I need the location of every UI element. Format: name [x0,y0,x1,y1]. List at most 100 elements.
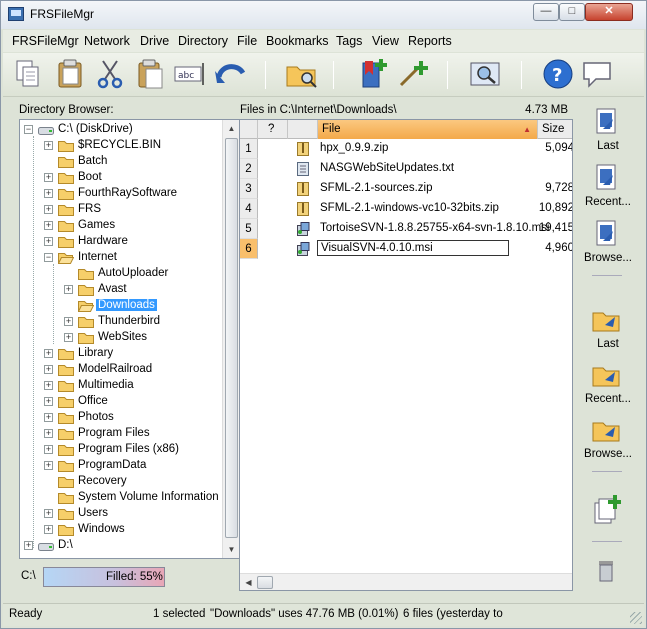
scroll-thumb[interactable] [225,138,238,538]
scroll-left-arrow[interactable]: ◀ [240,574,257,590]
expand-icon[interactable]: + [64,285,73,294]
menu-directory[interactable]: Directory [178,34,228,48]
menu-reports[interactable]: Reports [408,34,452,48]
tree-folder[interactable]: + Thunderbird [20,314,220,330]
expand-icon[interactable]: + [44,429,53,438]
sidebar-button-bookmark-browse[interactable]: Browse... [578,215,638,267]
tree-folder[interactable]: + FRS [20,202,220,218]
tree-drive[interactable]: − C:\ (DiskDrive) [20,122,220,138]
tree-folder[interactable]: + Photos [20,410,220,426]
tree-folder[interactable]: + WebSites [20,330,220,346]
tree-folder[interactable]: AutoUploader [20,266,220,282]
collapse-icon[interactable]: − [24,125,33,134]
file-row[interactable]: 5 TortoiseSVN-1.8.8.25755-x64-svn-1.8.10.… [240,219,572,239]
grid-horizontal-scrollbar[interactable]: ◀ [240,573,572,590]
rename-icon[interactable]: abc [173,57,207,91]
sidebar-button-folder-last[interactable]: Last [578,301,638,353]
expand-icon[interactable]: + [44,365,53,374]
tree-folder[interactable]: + FourthRaySoftware [20,186,220,202]
minimize-button[interactable]: — [533,3,559,21]
expand-icon[interactable]: + [44,189,53,198]
file-row[interactable]: 2 NASGWebSiteUpdates.txt [240,159,572,179]
file-row[interactable]: 1 hpx_0.9.9.zip 5,094 [240,139,572,159]
tree-folder[interactable]: + Program Files [20,426,220,442]
menu-view[interactable]: View [372,34,399,48]
tree-drive[interactable]: + D:\ [20,538,220,554]
expand-icon[interactable]: + [44,141,53,150]
expand-icon[interactable]: + [44,445,53,454]
tree-folder[interactable]: + Hardware [20,234,220,250]
expand-icon[interactable]: + [44,205,53,214]
tree-folder[interactable]: + Users [20,506,220,522]
file-row[interactable]: 4 SFML-2.1-windows-vc10-32bits.zip 10,892 [240,199,572,219]
menu-tags[interactable]: Tags [336,34,362,48]
expand-icon[interactable]: + [44,397,53,406]
tree-folder[interactable]: + Games [20,218,220,234]
title-bar[interactable]: FRSFileMgr — □ ✕ [1,1,646,29]
expand-icon[interactable]: + [44,237,53,246]
copy-icon[interactable] [11,57,45,91]
column-header-flag[interactable]: ? [258,120,288,139]
expand-icon[interactable]: + [64,317,73,326]
tree-folder[interactable]: + ModelRailroad [20,362,220,378]
tree-folder[interactable]: Batch [20,154,220,170]
menu-network[interactable]: Network [84,34,130,48]
tree-folder[interactable]: + Library [20,346,220,362]
tree-folder[interactable]: + Multimedia [20,378,220,394]
sidebar-button-folder-browse[interactable]: Browse... [578,411,638,463]
tree-folder[interactable]: + Boot [20,170,220,186]
expand-icon[interactable]: + [44,221,53,230]
tree-folder[interactable]: Downloads [20,298,220,314]
menu-file[interactable]: File [237,34,257,48]
add-bookmark-icon[interactable] [357,57,391,91]
expand-icon[interactable]: + [44,525,53,534]
menu-drive[interactable]: Drive [140,34,169,48]
tree-folder[interactable]: + Office [20,394,220,410]
expand-icon[interactable]: + [44,381,53,390]
column-header-file[interactable]: File ▲ [318,120,538,139]
search-folder-icon[interactable] [285,57,319,91]
tree-folder[interactable]: + ProgramData [20,458,220,474]
paste-shortcut-icon[interactable] [133,57,167,91]
comment-icon[interactable] [581,57,615,91]
hscroll-thumb[interactable] [257,576,273,589]
tree-folder[interactable]: − Internet [20,250,220,266]
menu-bookmarks[interactable]: Bookmarks [266,34,329,48]
tree-vertical-scrollbar[interactable]: ▲ ▼ [222,120,239,558]
expand-icon[interactable]: + [44,349,53,358]
expand-icon[interactable]: + [64,333,73,342]
help-icon[interactable]: ? [541,57,575,91]
tree-folder[interactable]: + Avast [20,282,220,298]
directory-tree[interactable]: − C:\ (DiskDrive) + $RECYCLE.BIN Batch + Boot +… [19,119,240,559]
expand-icon[interactable]: + [44,461,53,470]
file-grid[interactable]: ? File ▲ Size 1 hpx_0.9.9.zip 5,094 2 NASGWe… [239,119,573,591]
new-folder-icon[interactable] [397,57,431,91]
expand-icon[interactable]: + [44,413,53,422]
collapse-icon[interactable]: − [44,253,53,262]
menu-frsfilemgr[interactable]: FRSFileMgr [12,34,79,48]
sidebar-button-bookmark-recent[interactable]: Recent... [578,159,638,211]
column-header-size[interactable]: Size [538,120,572,139]
image-viewer-icon[interactable] [469,57,503,91]
tree-folder[interactable]: System Volume Information [20,490,220,506]
expand-icon[interactable]: + [44,173,53,182]
sidebar-button-delete[interactable] [578,551,638,603]
expand-icon[interactable]: + [24,541,33,550]
tree-folder[interactable]: + Program Files (x86) [20,442,220,458]
column-header-icon[interactable] [288,120,318,139]
tree-folder[interactable]: + Windows [20,522,220,538]
close-button[interactable]: ✕ [585,3,633,21]
paste-icon[interactable] [53,57,87,91]
resize-grip[interactable] [630,612,642,624]
undo-icon[interactable] [213,57,247,91]
sidebar-button-add-item[interactable] [578,491,638,543]
file-row[interactable]: 3 SFML-2.1-sources.zip 9,728 [240,179,572,199]
expand-icon[interactable]: + [44,509,53,518]
tree-folder[interactable]: + $RECYCLE.BIN [20,138,220,154]
maximize-button[interactable]: □ [559,3,585,21]
sidebar-button-bookmark-last[interactable]: Last [578,103,638,155]
sidebar-button-folder-recent[interactable]: Recent... [578,356,638,408]
tree-folder[interactable]: Recovery [20,474,220,490]
file-row[interactable]: 6 VisualSVN-4.0.10.msi 4,960 [240,239,572,259]
cut-icon[interactable] [93,57,127,91]
